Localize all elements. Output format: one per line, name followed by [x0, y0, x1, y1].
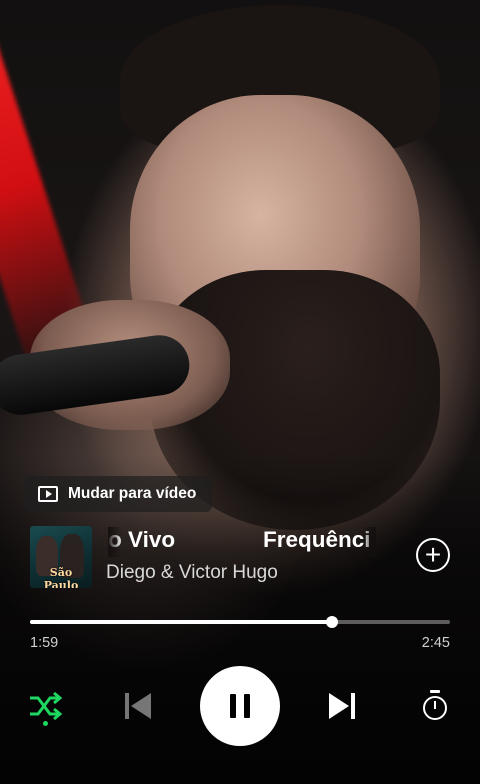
sleep-timer-icon[interactable]	[418, 688, 452, 724]
plus-circle-icon[interactable]: +	[416, 538, 450, 572]
album-cover[interactable]: São Paulo	[30, 526, 92, 588]
total-time: 2:45	[421, 635, 450, 651]
track-title[interactable]: o Vivo Frequênci	[108, 527, 376, 557]
progress-bar[interactable]	[30, 616, 450, 628]
artist-name[interactable]: Diego & Victor Hugo	[106, 562, 278, 584]
title-fade-left	[108, 527, 122, 557]
prev-triangle	[131, 693, 151, 719]
switch-to-video-button[interactable]: Mudar para vídeo	[24, 476, 213, 512]
cover-text: São Paulo	[43, 566, 79, 588]
shuffle-icon[interactable]	[25, 688, 65, 726]
shuffle-glyph	[30, 691, 62, 721]
prev-bar	[125, 693, 129, 719]
title-fade-right	[362, 527, 376, 557]
now-playing-track: São Paulo o Vivo Frequênci Diego & Victo…	[30, 524, 450, 588]
switch-to-video-label: Mudar para vídeo	[68, 485, 197, 502]
timer-circle	[423, 696, 447, 720]
pause-bar-2	[244, 694, 250, 718]
playback-controls	[0, 666, 480, 746]
next-triangle	[329, 693, 349, 719]
skip-previous-icon[interactable]	[118, 686, 158, 726]
next-bar	[351, 693, 355, 719]
pause-button[interactable]	[200, 666, 280, 746]
video-play-icon	[38, 486, 58, 502]
current-time: 1:59	[30, 635, 59, 651]
track-title-part-2: Frequênci	[263, 527, 371, 552]
skip-next-icon[interactable]	[322, 686, 362, 726]
progress-fill	[30, 620, 333, 624]
pause-icon	[230, 694, 236, 718]
timer-top	[430, 690, 440, 693]
